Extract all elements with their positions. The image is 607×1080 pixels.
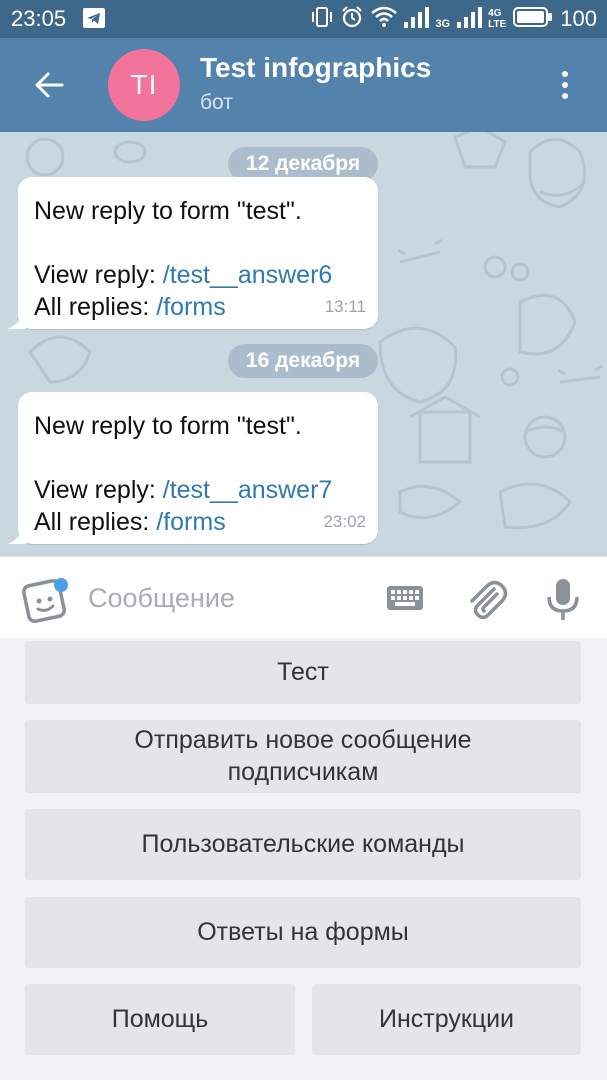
wifi-icon <box>371 6 398 33</box>
chat-header: TI Test infographics бот <box>0 38 607 132</box>
bot-button-send-message[interactable]: Отправить новое сообщение подписчикам <box>25 720 581 792</box>
message-time: 23:02 <box>323 512 366 531</box>
reply-link[interactable]: /test__answer7 <box>163 476 333 504</box>
message-text: New reply to form "test". <box>34 412 302 440</box>
bot-button-help[interactable]: Помощь <box>25 984 295 1054</box>
date-chip: 16 декабря <box>228 344 378 378</box>
mic-icon[interactable] <box>543 575 583 623</box>
status-bar: 23:05 3G 4G LTE 100 <box>0 0 607 38</box>
bot-keyboard: Тест Отправить новое сообщение подписчик… <box>0 638 607 1080</box>
message-bubble[interactable]: New reply to form "test". View reply: /t… <box>8 392 378 544</box>
reply-label: View reply: <box>34 261 163 289</box>
message-reply-line: View reply: /test__answer7 <box>34 474 362 506</box>
reply-label: View reply: <box>34 476 163 504</box>
message-all-line: All replies: /forms <box>34 291 362 323</box>
status-time: 23:05 <box>11 6 67 31</box>
alarm-icon <box>340 5 364 34</box>
back-button[interactable] <box>24 60 74 110</box>
date-chip: 12 декабря <box>228 147 378 181</box>
bot-button-custom-commands[interactable]: Пользовательские команды <box>25 809 581 879</box>
back-arrow-icon <box>35 72 64 98</box>
attach-icon[interactable] <box>464 577 508 621</box>
chat-area[interactable]: 12 декабря New reply to form "test". Vie… <box>0 132 607 556</box>
telegram-icon <box>83 8 105 28</box>
bot-button-instructions[interactable]: Инструкции <box>312 984 581 1054</box>
chat-title[interactable]: Test infographics <box>200 52 431 84</box>
bot-button-form-replies[interactable]: Ответы на формы <box>25 897 581 967</box>
keyboard-icon[interactable] <box>385 583 425 613</box>
message-input[interactable]: Сообщение <box>88 583 235 614</box>
bot-button-test[interactable]: Тест <box>25 641 581 703</box>
message-bubble[interactable]: New reply to form "test". View reply: /t… <box>8 177 378 329</box>
network-type-4g: 4G LTE <box>488 8 506 30</box>
network-lte-label: LTE <box>488 19 507 30</box>
all-label: All replies: <box>34 508 157 536</box>
avatar[interactable]: TI <box>108 49 180 121</box>
vibrate-icon <box>311 6 333 33</box>
signal-icon <box>404 6 432 33</box>
message-reply-line: View reply: /test__answer6 <box>34 259 362 291</box>
sticker-icon[interactable] <box>22 575 70 623</box>
reply-link[interactable]: /test__answer6 <box>163 261 333 289</box>
bubble-tail <box>8 526 26 544</box>
status-icons: 3G 4G LTE 100 <box>311 5 597 34</box>
message-composer: Сообщение <box>0 556 607 638</box>
all-label: All replies: <box>34 293 157 321</box>
more-vert-icon[interactable] <box>545 65 585 105</box>
message-time: 13:11 <box>324 297 366 316</box>
message-text: New reply to form "test". <box>34 197 302 225</box>
signal-icon-2 <box>457 6 485 33</box>
battery-icon <box>513 6 553 33</box>
forms-link[interactable]: /forms <box>156 293 225 321</box>
network-4g-label: 4G <box>488 8 502 19</box>
forms-link[interactable]: /forms <box>156 508 225 536</box>
bubble-tail <box>8 311 26 329</box>
message-all-line: All replies: /forms <box>34 506 362 538</box>
battery-level: 100 <box>560 6 597 31</box>
network-type-3g: 3G <box>435 18 451 30</box>
chat-subtitle: бот <box>200 91 233 114</box>
